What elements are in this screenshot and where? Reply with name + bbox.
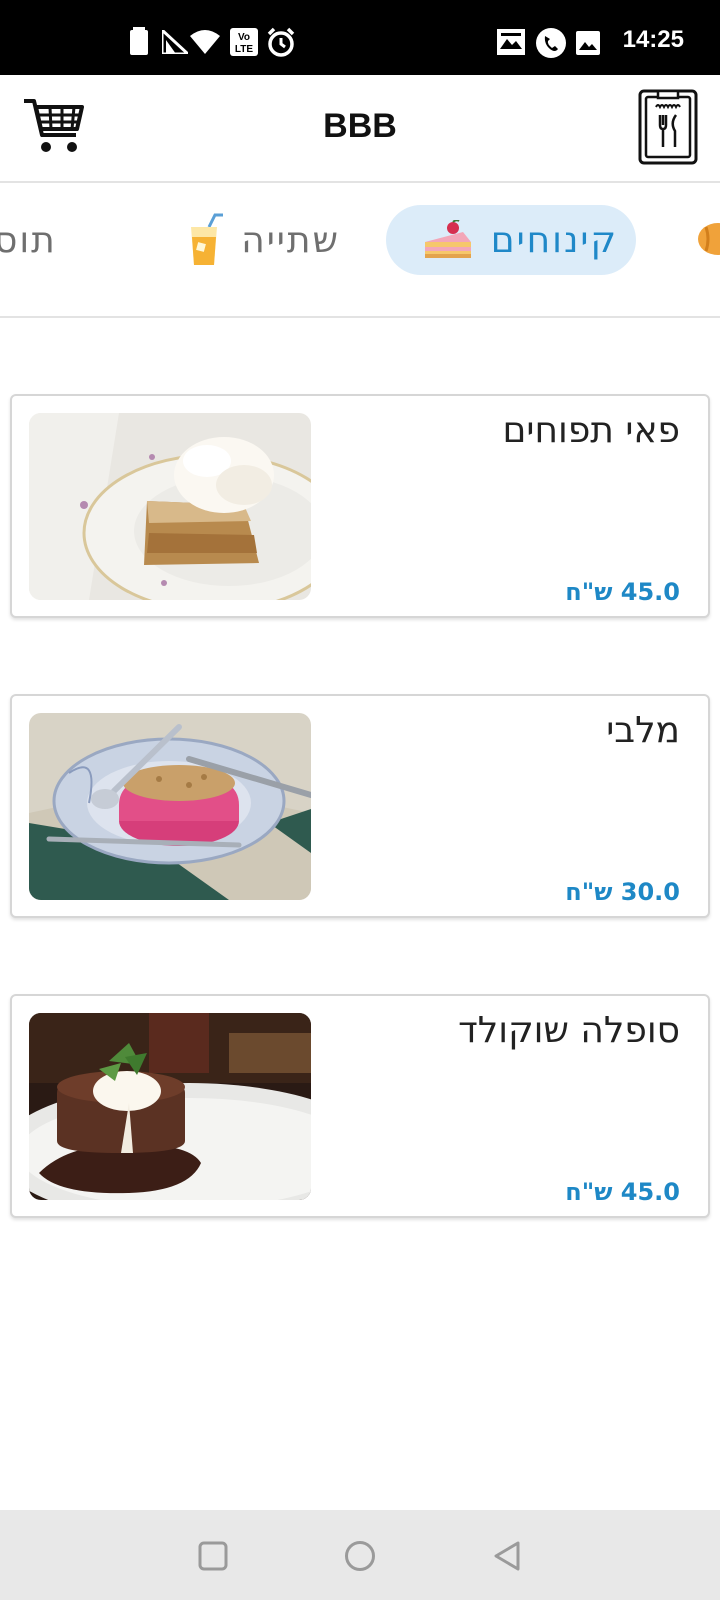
apple-pie-photo (29, 413, 311, 600)
image-icon (497, 29, 525, 55)
status-bar: Vo LTE 14:25 (0, 0, 720, 75)
wifi-icon (190, 30, 220, 54)
chocolate-souffle-photo (29, 1013, 311, 1200)
drink-icon (191, 213, 224, 265)
status-time: 14:25 (622, 26, 684, 53)
tab-extras-label: תוס (0, 219, 57, 261)
malabi-photo (29, 713, 311, 900)
product-price: 45.0 ש"ח (565, 578, 680, 606)
tab-desserts-label: קינוחים (490, 219, 618, 261)
signal-icon (162, 30, 188, 54)
tab-extras[interactable]: תוס (0, 205, 74, 275)
product-name: סופלה שוקולד (458, 1010, 680, 1051)
product-price: 30.0 ש"ח (565, 878, 680, 906)
tab-drinks[interactable]: שתייה (150, 205, 340, 275)
product-card[interactable]: פאי תפוחים 45.0 ש"ח (10, 394, 710, 618)
home-icon[interactable] (344, 1540, 376, 1572)
gallery-icon (576, 31, 600, 55)
menu-board-icon[interactable] (638, 89, 698, 165)
phone-icon (536, 28, 566, 58)
product-card[interactable]: מלבי 30.0 ש"ח (10, 694, 710, 918)
tab-drinks-label: שתייה (241, 219, 340, 261)
product-name: מלבי (606, 710, 680, 751)
svg-text:LTE: LTE (235, 44, 253, 55)
back-icon[interactable] (492, 1540, 522, 1572)
app-title: BBB (323, 107, 397, 145)
alarm-icon (267, 27, 295, 57)
product-card[interactable]: סופלה שוקולד 45.0 ש"ח (10, 994, 710, 1218)
battery-icon (130, 27, 148, 55)
system-nav-bar (0, 1510, 720, 1600)
recents-icon[interactable] (198, 1541, 228, 1571)
category-tabs: קינוחים שתייה תוס (0, 183, 720, 318)
svg-text:Vo: Vo (238, 32, 250, 43)
product-price: 45.0 ש"ח (565, 1178, 680, 1206)
tab-desserts[interactable]: קינוחים (386, 205, 636, 275)
product-name: פאי תפוחים (502, 410, 680, 451)
volte-icon: VoLTE (230, 28, 258, 56)
croissant-icon[interactable] (696, 219, 720, 259)
cake-icon (424, 220, 471, 258)
app-bar: BBB (0, 75, 720, 183)
